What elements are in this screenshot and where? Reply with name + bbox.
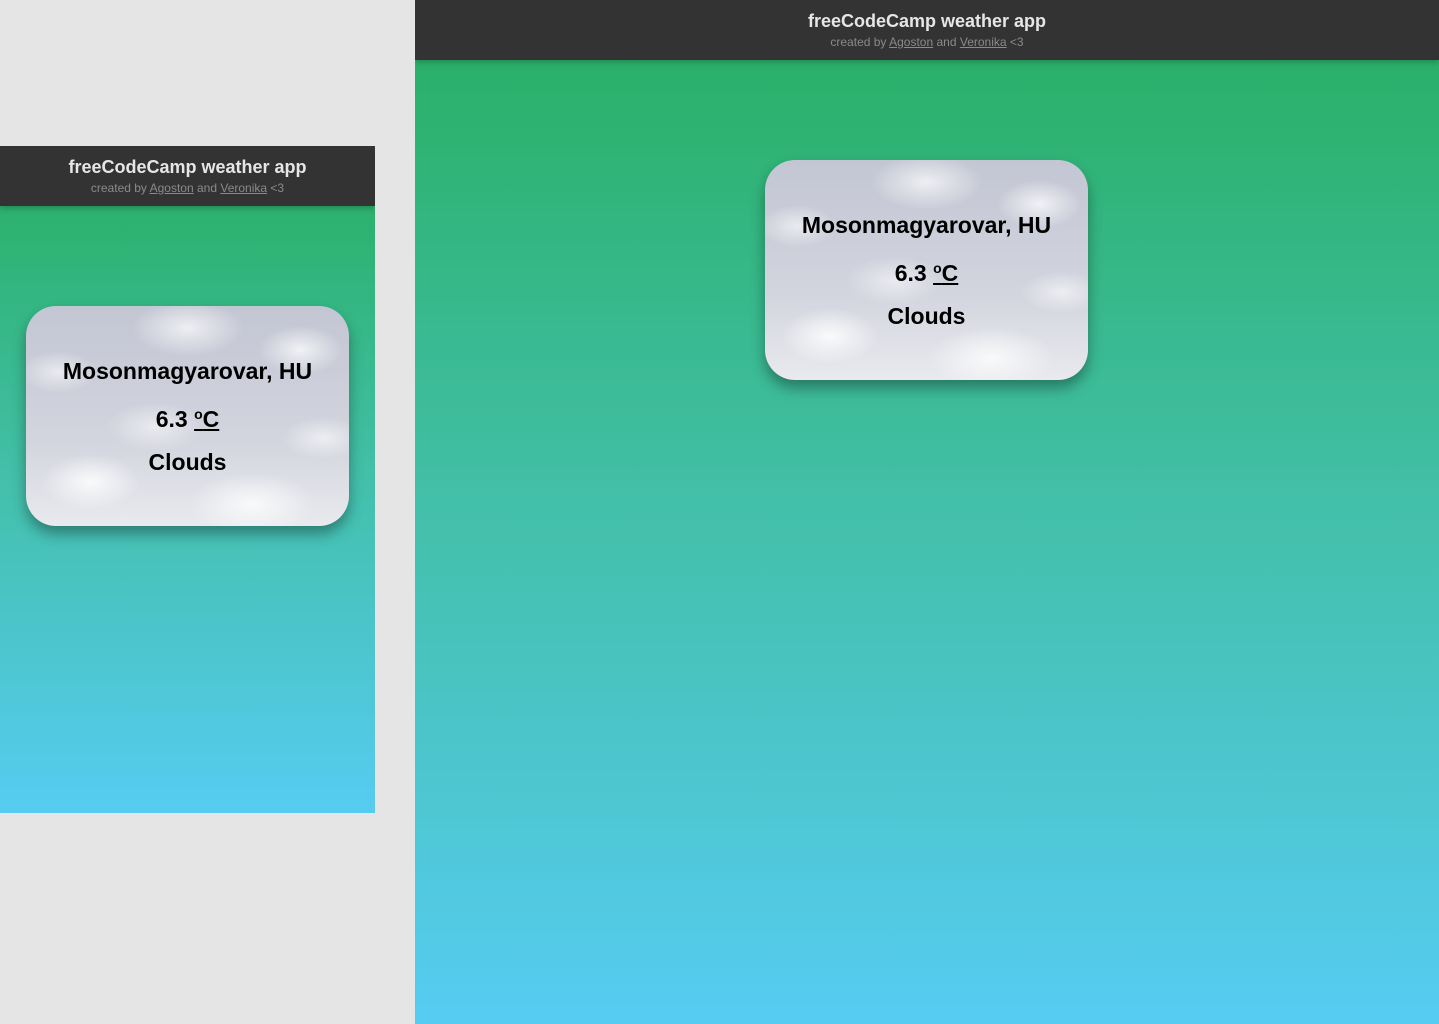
temperature-display: 6.3 oC <box>765 255 1088 287</box>
temperature-value: 6.3 <box>155 406 188 432</box>
author-link-agoston[interactable]: Agoston <box>889 35 933 49</box>
credits-prefix: created by <box>90 181 147 195</box>
app-title: freeCodeCamp weather app <box>807 11 1047 31</box>
condition-label: Clouds <box>148 449 227 475</box>
unit-letter: C <box>941 260 959 286</box>
credits-conjunction: and <box>197 181 218 195</box>
credits-suffix: <3 <box>270 181 285 195</box>
credits-suffix: <3 <box>1009 35 1024 49</box>
app-header: freeCodeCamp weather app created by Agos… <box>0 146 375 206</box>
unit-toggle[interactable]: oC <box>194 406 219 432</box>
weather-card: Mosonmagyarovar, HU 6.3 oC Clouds <box>26 306 349 526</box>
temperature-value: 6.3 <box>894 260 927 286</box>
degree-symbol: o <box>933 260 942 276</box>
weather-card: Mosonmagyarovar, HU 6.3 oC Clouds <box>765 160 1088 380</box>
app-title: freeCodeCamp weather app <box>68 157 307 177</box>
temperature-display: 6.3 oC <box>26 401 349 433</box>
condition-label: Clouds <box>887 303 966 329</box>
mobile-preview: freeCodeCamp weather app created by Agos… <box>0 146 375 813</box>
degree-symbol: o <box>194 406 203 422</box>
desktop-preview: freeCodeCamp weather app created by Agos… <box>415 0 1439 1024</box>
credits-line: created by Agoston and Veronika <3 <box>0 179 375 197</box>
unit-toggle[interactable]: oC <box>933 260 958 286</box>
author-link-veronika[interactable]: Veronika <box>220 181 267 195</box>
location-label: Mosonmagyarovar, HU <box>62 358 313 384</box>
app-header: freeCodeCamp weather app created by Agos… <box>415 0 1439 60</box>
author-link-agoston[interactable]: Agoston <box>150 181 194 195</box>
author-link-veronika[interactable]: Veronika <box>960 35 1007 49</box>
credits-conjunction: and <box>936 35 957 49</box>
credits-line: created by Agoston and Veronika <3 <box>415 33 1439 51</box>
location-label: Mosonmagyarovar, HU <box>801 212 1052 238</box>
credits-prefix: created by <box>830 35 887 49</box>
unit-letter: C <box>202 406 220 432</box>
